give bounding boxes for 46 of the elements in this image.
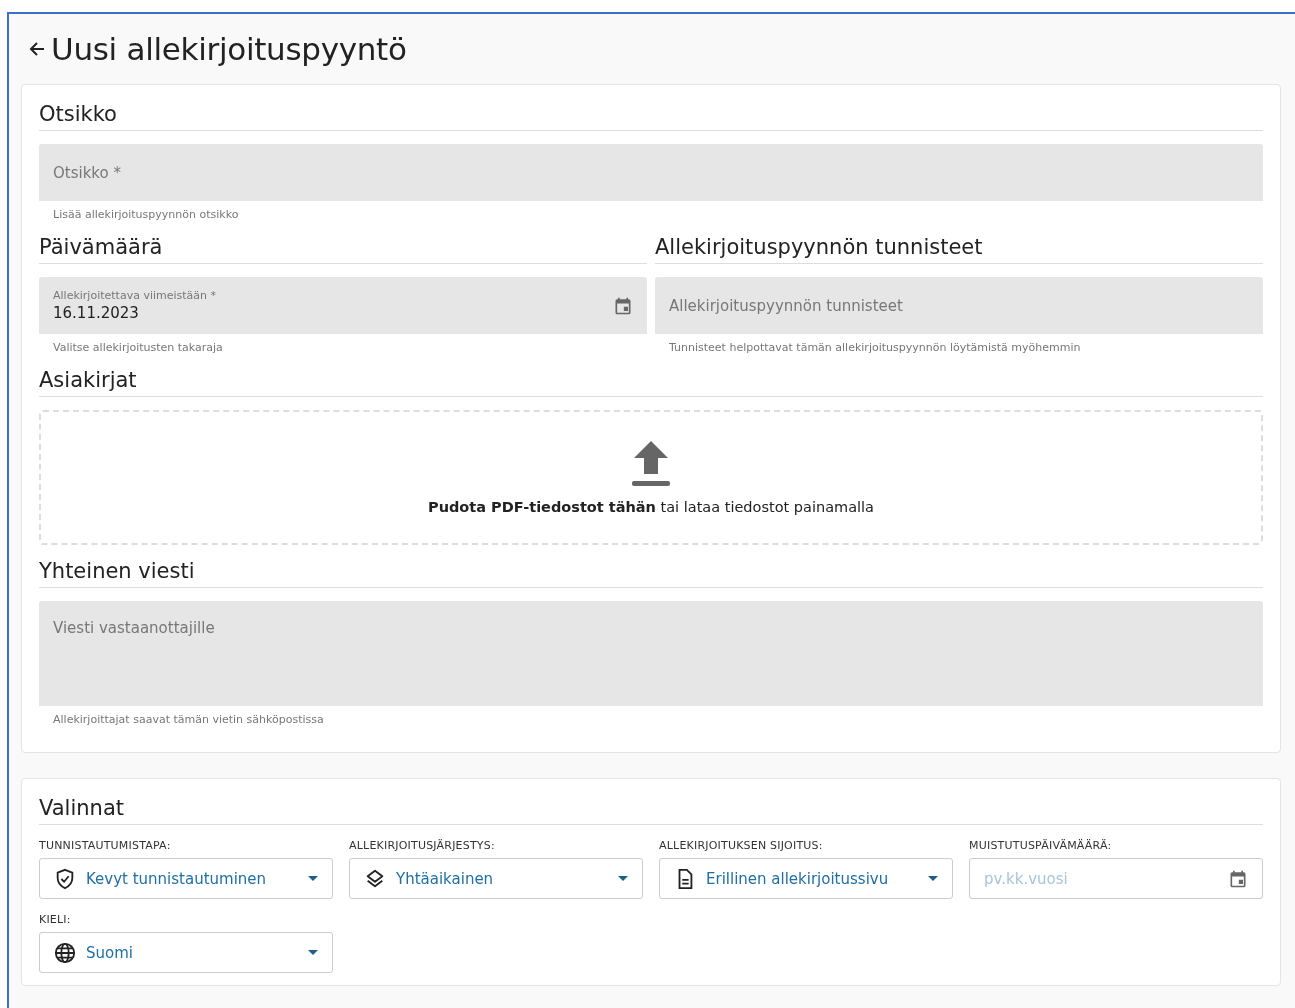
field-placeholder: Allekirjoituspyynnön tunnisteet: [669, 296, 904, 315]
section-heading: Yhteinen viesti: [39, 559, 196, 583]
text-field[interactable]: Allekirjoitettava viimeistään * 16.11.2023: [39, 277, 647, 334]
option-label: ALLEKIRJOITUSJÄRJESTYS:: [349, 839, 496, 852]
calendar-icon[interactable]: [613, 295, 633, 316]
dropdown[interactable]: Kevyt tunnistautuminen: [39, 858, 333, 899]
section-heading: Allekirjoituspyynnön tunnisteet: [655, 235, 984, 259]
field-placeholder: Otsikko *: [53, 163, 122, 182]
section-heading: Asiakirjat: [39, 368, 138, 392]
dropdown[interactable]: Erillinen allekirjoitussivu: [659, 858, 953, 899]
globe-icon: [54, 941, 76, 964]
section-heading: Otsikko: [39, 102, 118, 126]
caret-icon: [308, 950, 318, 955]
caret-icon: [928, 876, 938, 881]
caret-icon: [308, 876, 318, 881]
section-heading: Valinnat: [39, 796, 125, 820]
dropdown[interactable]: Suomi: [39, 932, 333, 973]
dropdown[interactable]: Yhtäaikainen: [349, 858, 643, 899]
field-label: Allekirjoitettava viimeistään *: [53, 289, 218, 302]
helper-text: Allekirjoittajat saavat tämän vietin sähköpostissa: [52, 712, 325, 726]
option-label: MUISTUTUSPÄIVÄMÄÄRÄ:: [969, 839, 1113, 852]
calendar-icon[interactable]: [1228, 868, 1248, 889]
option-label: TUNNISTAUTUMISTAPA:: [39, 839, 172, 852]
field-placeholder: Viesti vastaanottajille: [53, 619, 216, 637]
dropdown-value: Kevyt tunnistautuminen: [86, 869, 268, 888]
file-drop-zone[interactable]: Pudota PDF-tiedostot tähän tai lataa tiedostot painamalla: [39, 410, 1263, 545]
dropdown-value: Suomi: [86, 943, 134, 962]
helper-text: Valitse allekirjoitusten takaraja: [52, 340, 224, 354]
upload-icon: [631, 440, 671, 487]
layers-icon: [364, 867, 386, 890]
option-label: ALLEKIRJOITUKSEN SIJOITUS:: [659, 839, 824, 852]
caret-icon: [618, 876, 628, 881]
text-field[interactable]: Otsikko *: [39, 144, 1263, 201]
dropdown-value: Yhtäaikainen: [396, 869, 495, 888]
helper-text: Tunnisteet helpottavat tämän allekirjoituspyynnön löytämistä myöhemmin: [668, 340, 1082, 354]
shield-check-icon: [54, 867, 76, 890]
message-field[interactable]: Viesti vastaanottajille: [39, 601, 1263, 706]
page-title: Uusi allekirjoituspyyntö: [51, 31, 407, 67]
text-field[interactable]: Allekirjoituspyynnön tunnisteet: [655, 277, 1263, 334]
drop-instructions: Pudota PDF-tiedostot tähän tai lataa tiedostot painamalla: [428, 498, 874, 515]
section-heading: Päivämäärä: [39, 235, 164, 259]
option-label: KIELI:: [39, 913, 72, 926]
dropdown-value: Erillinen allekirjoitussivu: [706, 869, 890, 888]
field-value: 16.11.2023: [53, 304, 140, 322]
field-placeholder: pv.kk.vuosi: [984, 869, 1069, 888]
helper-text: Lisää allekirjoituspyynnön otsikko: [52, 207, 240, 221]
